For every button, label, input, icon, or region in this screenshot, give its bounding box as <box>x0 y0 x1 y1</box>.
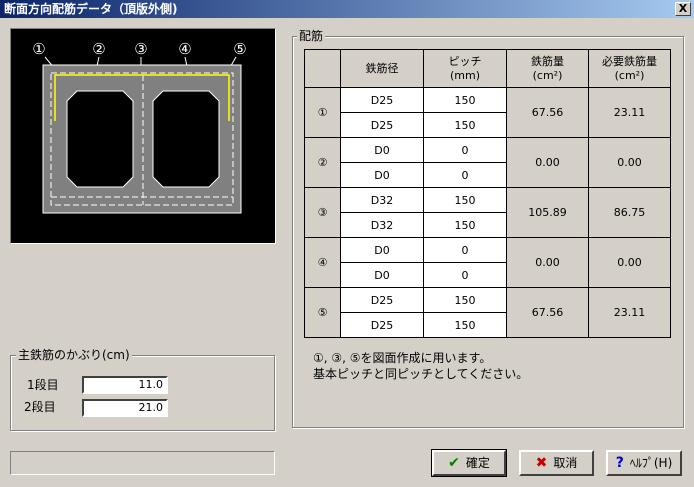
required-cell: 86.75 <box>588 187 671 238</box>
ok-button[interactable]: ✔ 確定 <box>431 449 507 477</box>
note-line-2: 基本ピッチと同ピッチとしてください。 <box>313 367 529 381</box>
help-button[interactable]: ? ﾍﾙﾌﾟ(H) <box>606 450 682 476</box>
required-cell: 23.11 <box>588 87 671 138</box>
title-bar: 断面方向配筋データ（頂版外側) X <box>0 0 694 18</box>
diameter-cell[interactable]: D0 <box>340 237 424 263</box>
marker-5: ⑤ <box>233 40 246 58</box>
marker-labels: ① ② ③ ④ ⑤ <box>32 40 246 58</box>
pitch-cell[interactable]: 0 <box>423 237 507 263</box>
marker-4: ④ <box>178 40 191 58</box>
cover-row1-input[interactable]: 11.0 <box>82 376 168 394</box>
diameter-cell[interactable]: D25 <box>340 87 424 113</box>
pitch-cell[interactable]: 150 <box>423 187 507 213</box>
required-cell: 23.11 <box>588 287 671 338</box>
row-mark-3: ③ <box>304 187 341 238</box>
header-required-unit: (cm²) <box>614 68 645 82</box>
header-pitch-label: ピッチ <box>448 54 482 68</box>
required-cell: 0.00 <box>588 237 671 288</box>
box-culvert-drawing: ① ② ③ ④ ⑤ <box>32 40 247 214</box>
pitch-cell[interactable]: 0 <box>423 162 507 188</box>
pitch-cell[interactable]: 150 <box>423 212 507 238</box>
marker-3: ③ <box>134 40 147 58</box>
cover-group-title: 主鉄筋のかぶり(cm) <box>16 348 132 362</box>
area-cell: 67.56 <box>506 87 589 138</box>
close-button[interactable]: X <box>675 2 691 16</box>
area-cell: 105.89 <box>506 187 589 238</box>
cancel-button[interactable]: ✖ 取消 <box>519 450 594 476</box>
ok-label: 確定 <box>465 456 490 470</box>
diameter-cell[interactable]: D0 <box>340 137 424 163</box>
header-area: 鉄筋量 (cm²) <box>506 49 589 88</box>
pitch-cell[interactable]: 150 <box>423 87 507 113</box>
rebar-table: 鉄筋径 ピッチ (mm) 鉄筋量 (cm²) 必要鉄筋量 (cm²) ① D25 15… <box>304 49 671 338</box>
header-area-unit: (cm²) <box>532 68 563 82</box>
diameter-cell[interactable]: D25 <box>340 287 424 313</box>
cover-row2-label: 2段目 <box>24 400 56 414</box>
cell-left <box>66 90 134 188</box>
row-mark-4: ④ <box>304 237 341 288</box>
pitch-cell[interactable]: 0 <box>423 262 507 288</box>
marker-1: ① <box>32 40 45 58</box>
cancel-label: 取消 <box>553 456 578 470</box>
close-icon: X <box>678 2 688 15</box>
header-required: 必要鉄筋量 (cm²) <box>588 49 671 88</box>
marker-2: ② <box>92 40 105 58</box>
diameter-cell[interactable]: D25 <box>340 312 424 338</box>
diameter-cell[interactable]: D25 <box>340 112 424 138</box>
diameter-cell[interactable]: D0 <box>340 262 424 288</box>
pitch-cell[interactable]: 0 <box>423 137 507 163</box>
diameter-cell[interactable]: D32 <box>340 212 424 238</box>
required-cell: 0.00 <box>588 137 671 188</box>
usage-note: ①, ③, ⑤を図面作成に用います。 基本ピッチと同ピッチとしてください。 <box>313 350 528 382</box>
pitch-cell[interactable]: 150 <box>423 287 507 313</box>
window-title: 断面方向配筋データ（頂版外側) <box>4 2 178 16</box>
cover-row2-input[interactable]: 21.0 <box>82 399 168 417</box>
corner-header <box>304 49 341 88</box>
header-required-label: 必要鉄筋量 <box>602 54 657 68</box>
checkmark-icon: ✔ <box>448 455 460 471</box>
note-line-1: ①, ③, ⑤を図面作成に用います。 <box>313 351 492 365</box>
pitch-cell[interactable]: 150 <box>423 112 507 138</box>
diameter-cell[interactable]: D32 <box>340 187 424 213</box>
header-diameter: 鉄筋径 <box>340 49 424 88</box>
area-cell: 0.00 <box>506 137 589 188</box>
section-diagram: ① ② ③ ④ ⑤ <box>10 28 276 244</box>
status-bar <box>10 451 275 475</box>
area-cell: 67.56 <box>506 287 589 338</box>
header-area-label: 鉄筋量 <box>531 54 564 68</box>
pitch-cell[interactable]: 150 <box>423 312 507 338</box>
cover-row1-label: 1段目 <box>27 378 59 392</box>
diameter-cell[interactable]: D0 <box>340 162 424 188</box>
area-cell: 0.00 <box>506 237 589 288</box>
cell-right <box>152 90 220 188</box>
question-icon: ? <box>615 455 624 471</box>
row-mark-5: ⑤ <box>304 287 341 338</box>
cross-icon: ✖ <box>535 455 548 471</box>
rebar-group-title: 配筋 <box>297 29 326 43</box>
row-mark-2: ② <box>304 137 341 188</box>
header-pitch: ピッチ (mm) <box>423 49 507 88</box>
header-pitch-unit: (mm) <box>449 68 480 82</box>
row-mark-1: ① <box>304 87 341 138</box>
help-label: ﾍﾙﾌﾟ(H) <box>629 456 673 470</box>
